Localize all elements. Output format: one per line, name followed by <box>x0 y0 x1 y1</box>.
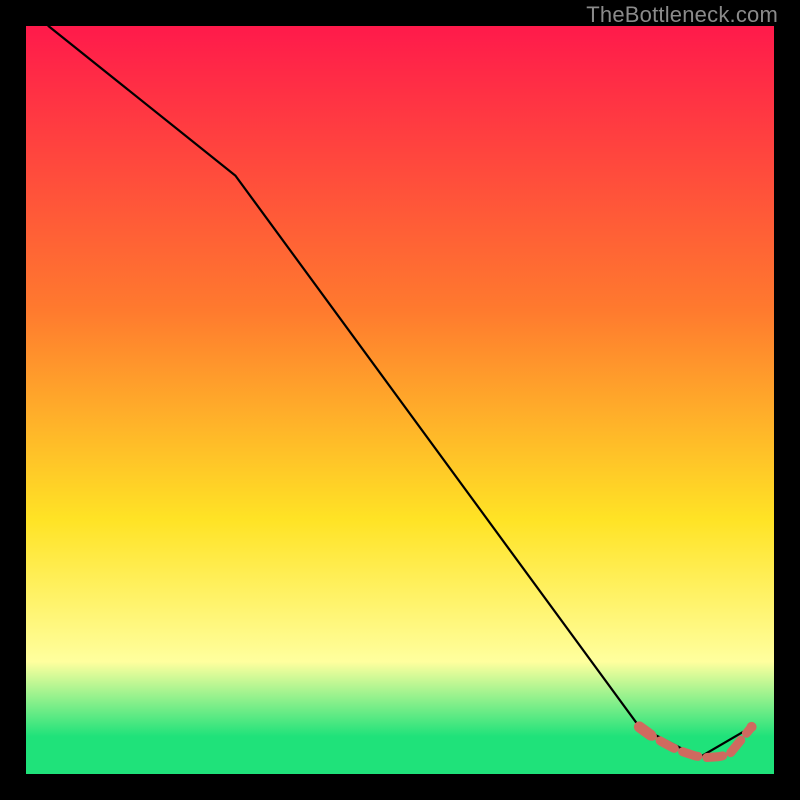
chart-container: { "watermark": "TheBottleneck.com", "col… <box>0 0 800 800</box>
marker-end-dot <box>747 722 757 732</box>
chart-svg <box>0 0 800 800</box>
marker-lead <box>639 727 650 735</box>
watermark-text: TheBottleneck.com <box>586 2 778 28</box>
